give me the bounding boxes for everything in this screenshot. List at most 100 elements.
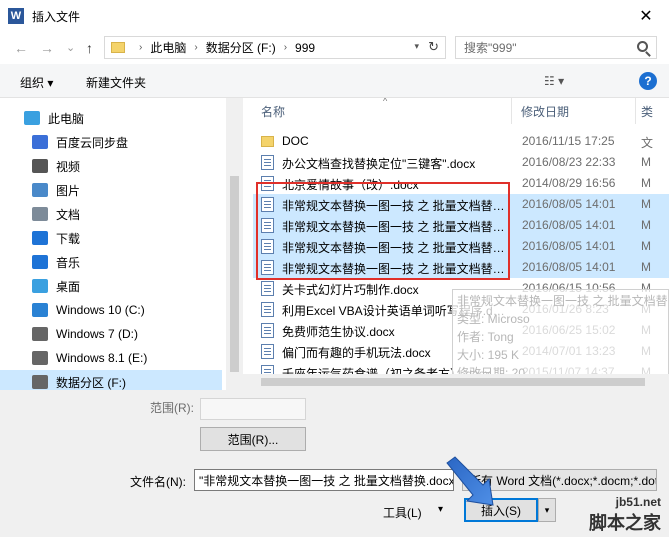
file-type: 文	[641, 136, 654, 150]
file-row[interactable]: DOC 2016/11/15 17:25 文	[253, 131, 669, 152]
sidebar-item[interactable]: Windows 7 (D:)	[0, 322, 222, 346]
file-modified-date: 2016/08/05 14:01	[522, 218, 616, 232]
sidebar-item-label: 下载	[56, 231, 81, 246]
tools-button[interactable]: 工具(L)	[383, 504, 422, 521]
file-name: 办公文档查找替换定位"三键客".docx	[282, 157, 476, 171]
tooltip-line: 作者: Tong	[457, 330, 514, 344]
sort-ascending-icon: ^	[383, 98, 388, 106]
range-button[interactable]: 范围(R)...	[200, 427, 306, 451]
file-type: M	[641, 197, 651, 211]
sidebar-item[interactable]: 百度云同步盘	[0, 130, 222, 154]
sidebar-item[interactable]: 数据分区 (F:)	[0, 370, 222, 390]
pointer-arrow-annotation	[446, 456, 494, 506]
breadcrumb-chevron-icon: ›	[283, 42, 288, 53]
file-row[interactable]: 办公文档查找替换定位"三键客".docx 2016/08/23 22:33 M	[253, 152, 669, 173]
sidebar-item-label: 文档	[56, 207, 81, 222]
navigation-pane-scrollbar[interactable]	[226, 98, 243, 390]
breadcrumb-chevron-icon: ›	[139, 42, 143, 53]
sidebar-item[interactable]: 图片	[0, 178, 222, 202]
up-arrow-icon[interactable]: ↑	[86, 40, 93, 56]
breadcrumb-folder-999[interactable]: 999	[295, 41, 315, 55]
sidebar-item[interactable]: 桌面	[0, 274, 222, 298]
sidebar-item[interactable]: 此电脑	[0, 106, 222, 130]
file-type: M	[641, 176, 651, 190]
scrollbar-thumb[interactable]	[230, 176, 239, 372]
range-label: 范围(R):	[150, 401, 194, 415]
breadcrumb-this-pc[interactable]: 此电脑	[150, 39, 186, 56]
sidebar-item[interactable]: 视频	[0, 154, 222, 178]
site-watermark: jb51.net 脚本之家	[547, 495, 665, 535]
column-header-date[interactable]: 修改日期	[521, 98, 569, 124]
file-type: M	[641, 218, 651, 232]
word-document-icon	[261, 281, 274, 296]
file-name: DOC	[282, 134, 309, 148]
column-divider[interactable]	[635, 98, 636, 124]
help-button[interactable]: ?	[639, 72, 657, 90]
column-header-type[interactable]: 类	[641, 98, 653, 124]
tooltip-line: 非常规文本替换一图一技 之 批量文档替	[457, 294, 668, 308]
filename-label: 文件名(N):	[130, 475, 186, 489]
back-arrow-icon[interactable]: ←	[14, 40, 28, 56]
sidebar-item-label: 图片	[56, 183, 81, 198]
search-input[interactable]: 搜索"999"	[455, 36, 657, 59]
file-list-horizontal-scrollbar[interactable]	[243, 374, 669, 390]
tooltip-line: 类型: Microso	[457, 312, 530, 326]
recent-locations-dropdown[interactable]: ⌄	[66, 41, 75, 54]
file-info-tooltip: 非常规文本替换一图一技 之 批量文档替 类型: Microso 作者: Tong…	[452, 289, 669, 381]
drive-icon	[32, 327, 48, 341]
file-modified-date: 2016/11/15 17:25	[522, 134, 615, 148]
file-modified-date: 2016/08/05 14:01	[522, 239, 616, 253]
watermark-site: jb51.net	[615, 495, 661, 509]
tooltip-line: 大小: 195 K	[457, 348, 520, 362]
pictures-icon	[32, 183, 48, 197]
file-modified-date: 2016/08/23 22:33	[522, 155, 616, 169]
title-bar: W 插入文件 ✕	[0, 0, 669, 32]
sidebar-item[interactable]: Windows 10 (C:)	[0, 298, 222, 322]
music-icon	[32, 255, 48, 269]
search-icon	[637, 41, 648, 52]
change-view-button[interactable]: ☷ ▾	[544, 74, 564, 88]
windows-drive-icon	[32, 303, 48, 317]
sidebar-item[interactable]: Windows 8.1 (E:)	[0, 346, 222, 370]
sidebar-item-label: Windows 8.1 (E:)	[56, 351, 148, 365]
sidebar-item-label: Windows 7 (D:)	[56, 327, 139, 341]
word-document-icon	[261, 323, 274, 338]
file-type: M	[641, 155, 651, 169]
address-bar[interactable]: › 此电脑 › 数据分区 (F:) › 999 ▾ ↻	[104, 36, 446, 59]
organize-button[interactable]: 组织 ▾	[20, 74, 53, 91]
scrollbar-thumb[interactable]	[261, 378, 645, 386]
window-title: 插入文件	[32, 9, 81, 24]
sidebar-item-label: 数据分区 (F:)	[56, 375, 126, 390]
drive-icon	[32, 351, 48, 365]
filename-input[interactable]: "非常规文本替换一图一技 之 批量文档替换.docx" "非常规文本替换一图一技…	[194, 469, 454, 491]
close-button[interactable]: ✕	[623, 0, 669, 31]
computer-icon	[24, 111, 40, 125]
word-document-icon	[261, 344, 274, 359]
file-modified-date: 2014/08/29 16:56	[522, 176, 616, 190]
sidebar-item-label: 此电脑	[48, 111, 85, 126]
address-dropdown-icon[interactable]: ▾	[414, 41, 419, 52]
sidebar-item[interactable]: 音乐	[0, 250, 222, 274]
navigation-pane: 此电脑百度云同步盘 视频图片文档下载音乐桌面 Windows 10 (C:) Wind…	[0, 98, 226, 390]
sidebar-item-label: 百度云同步盘	[56, 135, 129, 150]
column-header-name[interactable]: 名称	[261, 98, 285, 124]
selection-highlight-annotation	[256, 182, 510, 280]
desktop-icon	[32, 279, 48, 293]
download-icon	[32, 231, 48, 245]
sidebar-item[interactable]: 文档	[0, 202, 222, 226]
sidebar-item-label: 音乐	[56, 255, 81, 270]
new-folder-button[interactable]: 新建文件夹	[86, 74, 146, 91]
sidebar-item[interactable]: 下载	[0, 226, 222, 250]
sidebar-item-label: 桌面	[56, 279, 81, 294]
cloud-sync-icon	[32, 135, 48, 149]
folder-icon	[111, 42, 125, 53]
documents-icon	[32, 207, 48, 221]
breadcrumb-drive-f[interactable]: 数据分区 (F:)	[206, 39, 276, 56]
file-modified-date: 2016/08/05 14:01	[522, 197, 616, 211]
refresh-icon[interactable]: ↻	[428, 39, 439, 55]
sidebar-item-label: 视频	[56, 159, 81, 174]
close-icon: ✕	[639, 7, 653, 25]
column-divider[interactable]	[511, 98, 512, 124]
forward-arrow-icon[interactable]: →	[40, 40, 54, 56]
video-icon	[32, 159, 48, 173]
